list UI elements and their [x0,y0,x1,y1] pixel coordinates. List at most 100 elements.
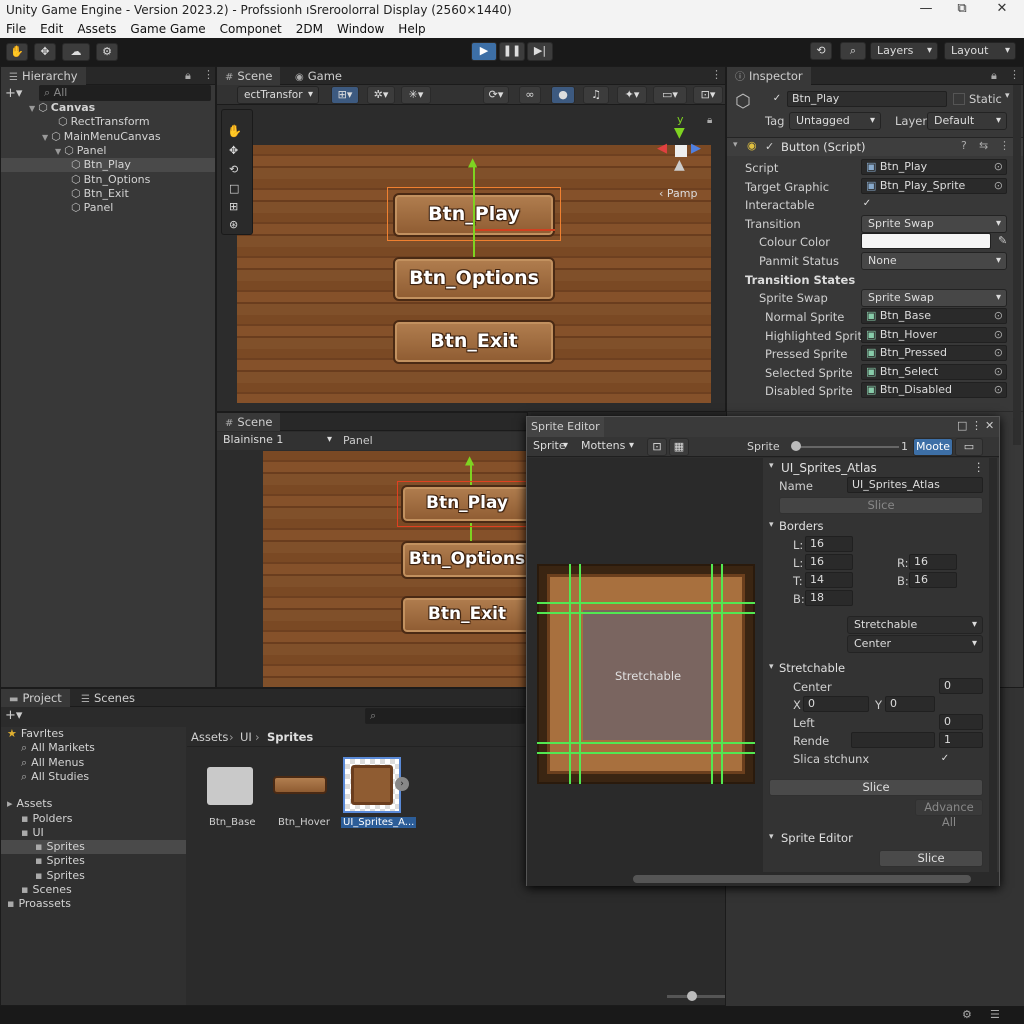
tab-scene-2[interactable]: # Scene [217,413,281,431]
alpha-icon[interactable]: ▦ [669,438,689,456]
rect-tool-icon[interactable]: ⊞▾ [331,86,359,104]
hierarchy-item[interactable]: ⬡ Btn_Exit [1,187,215,201]
picker-icon[interactable]: ⊙ [994,383,1003,397]
more-icon[interactable]: ⋮ [973,460,985,474]
menu-component[interactable]: Componet [220,22,282,36]
add-icon[interactable]: +▾ [5,708,22,723]
menu-game[interactable]: Game Game [130,22,205,36]
x-input[interactable]: 0 [803,696,869,712]
inspector-dropdown[interactable]: None [861,251,1007,270]
border-b1-input[interactable]: 16 [909,572,957,588]
hierarchy-item[interactable]: ⬡ Btn_Options [1,173,215,187]
close-button[interactable]: ✕ [992,1,1012,16]
color-field[interactable]: ✎ [861,233,1007,249]
project-tree-item[interactable]: ▪ UI [1,826,186,840]
scene-btn-exit[interactable]: Btn_Exit [393,320,555,364]
play-button[interactable]: ▶ [471,42,497,61]
asset-btn-base[interactable]: Btn_Base [209,817,255,828]
close-icon[interactable]: ✕ [985,419,994,432]
history-icon[interactable]: ⟲ [810,42,832,60]
move-gizmo-x[interactable] [475,229,555,231]
hand-icon[interactable]: ✋ [227,124,242,138]
zoom-slider[interactable] [795,446,899,448]
search-icon[interactable]: ⌕ [840,42,866,60]
sprite-name-input[interactable]: UI_Sprites_Atlas [847,477,983,493]
mottens-dropdown[interactable]: Mottens [575,438,639,456]
pause-button[interactable]: ❚❚ [499,42,525,61]
tab-hierarchy[interactable]: ☰ Hierarchy [1,67,86,85]
project-tree-item[interactable]: ▸ Assets [1,797,186,811]
settings-icon[interactable]: ⚙ [96,43,118,61]
tag-dropdown[interactable]: Untagged [789,112,881,130]
move-icon[interactable]: ✥ [229,144,238,157]
audio-icon[interactable]: ♫ [583,86,609,104]
fx-icon[interactable]: ✦▾ [617,86,647,104]
sprite-mode-dropdown[interactable]: Sprite [527,438,573,456]
asset-atlas[interactable]: UI_Sprites_A... [341,817,417,828]
hierarchy-item[interactable]: ⬡ Btn_Play [1,158,215,173]
hierarchy-item[interactable]: ▼ ⬡ Canvas [1,101,215,115]
more-icon[interactable]: ⋮ [1009,68,1020,81]
picker-icon[interactable]: ⊙ [994,160,1003,174]
asset-btn-hover[interactable]: Btn_Hover [278,817,330,828]
hierarchy-item[interactable]: ⬡ RectTransform [1,115,215,129]
picker-icon[interactable]: ⊙ [994,346,1003,360]
menu-assets[interactable]: Assets [77,22,116,36]
lock-icon[interactable]: 🔒︎ [707,115,712,126]
picker-icon[interactable]: ⊙ [994,309,1003,323]
stretchable-dropdown[interactable]: Stretchable [847,616,983,634]
transform-dropdown[interactable]: ectTransfor [237,86,319,104]
transform-icon[interactable]: ⊛ [229,218,238,231]
collapse-icon[interactable]: ▼ [42,133,48,142]
rende-input[interactable]: 1 [939,732,983,748]
breadcrumb-assets[interactable]: Assets [191,730,228,744]
border-line-left-2[interactable] [579,564,581,784]
scene2-layer-dropdown[interactable]: Blainisne 1 [217,432,337,450]
tab-scenes[interactable]: ☰ Scenes [73,689,143,707]
center-input[interactable]: 0 [939,678,983,694]
sprite-swap-dropdown[interactable]: Sprite Swap [861,289,1007,307]
maximize-icon[interactable]: □ [957,419,967,432]
atlas-thumbnail[interactable] [343,757,401,813]
add-icon[interactable]: +▾ [5,86,22,101]
sprite-canvas[interactable]: Stretchable [527,458,763,872]
menu-file[interactable]: File [6,22,26,36]
scale-icon[interactable]: □ [229,182,239,195]
rotate-icon[interactable]: ⟲ [229,163,238,176]
layout-dropdown[interactable]: Layout [944,42,1016,60]
menu-2dm[interactable]: 2DM [296,22,323,36]
layers-dropdown[interactable]: Layers [870,42,938,60]
sprite-field[interactable]: ▣ Btn_Select ⊙ [861,363,1007,380]
project-tree-item[interactable]: ▪ Scenes [1,883,186,897]
camera-icon[interactable]: ▭▾ [653,86,687,104]
border-t-input[interactable]: 14 [805,572,853,588]
lock-icon[interactable]: 🔒︎ [185,69,191,83]
static-checkbox[interactable] [953,93,965,105]
collapse-icon[interactable]: ▾ [733,140,738,150]
more-icon[interactable]: ⋮ [971,419,982,432]
mode-button[interactable]: Moote [913,438,953,456]
properties-scrollbar[interactable] [989,458,997,872]
folder-icon[interactable] [207,767,253,805]
sprite-field[interactable]: ▣ Btn_Hover ⊙ [861,326,1007,343]
zoom-slider-handle[interactable] [791,441,801,451]
more-icon[interactable]: ⋮ [203,68,214,81]
sprite-thumbnail[interactable] [273,776,327,794]
move-tool-icon[interactable]: ✥ [34,43,56,61]
advance-all-button[interactable]: Advance All [915,799,983,829]
collapse-icon[interactable]: ▾ [769,461,774,471]
move-gizmo-y[interactable] [473,167,475,257]
border-line-left[interactable] [569,564,571,784]
interactable-checkbox[interactable]: ✓ [861,198,873,210]
scene2-btn-exit[interactable]: Btn_Exit [401,596,531,634]
active-checkbox[interactable]: ✓ [771,93,783,105]
effects-icon[interactable]: ✳▾ [401,86,431,104]
cloud-icon[interactable]: ☁ [62,43,90,61]
lock-icon[interactable]: 🔒︎ [991,69,997,83]
project-tree-item[interactable]: ⌕ All Menus [1,756,186,770]
collapse-icon[interactable]: ▼ [29,104,35,113]
picker-icon[interactable]: ⊙ [994,328,1003,342]
project-tree-item[interactable]: ⌕ All Marikets [1,741,186,755]
slice-disabled-button[interactable]: Slice [779,497,983,514]
project-tree-item[interactable]: ▪ Sprites [1,854,186,868]
